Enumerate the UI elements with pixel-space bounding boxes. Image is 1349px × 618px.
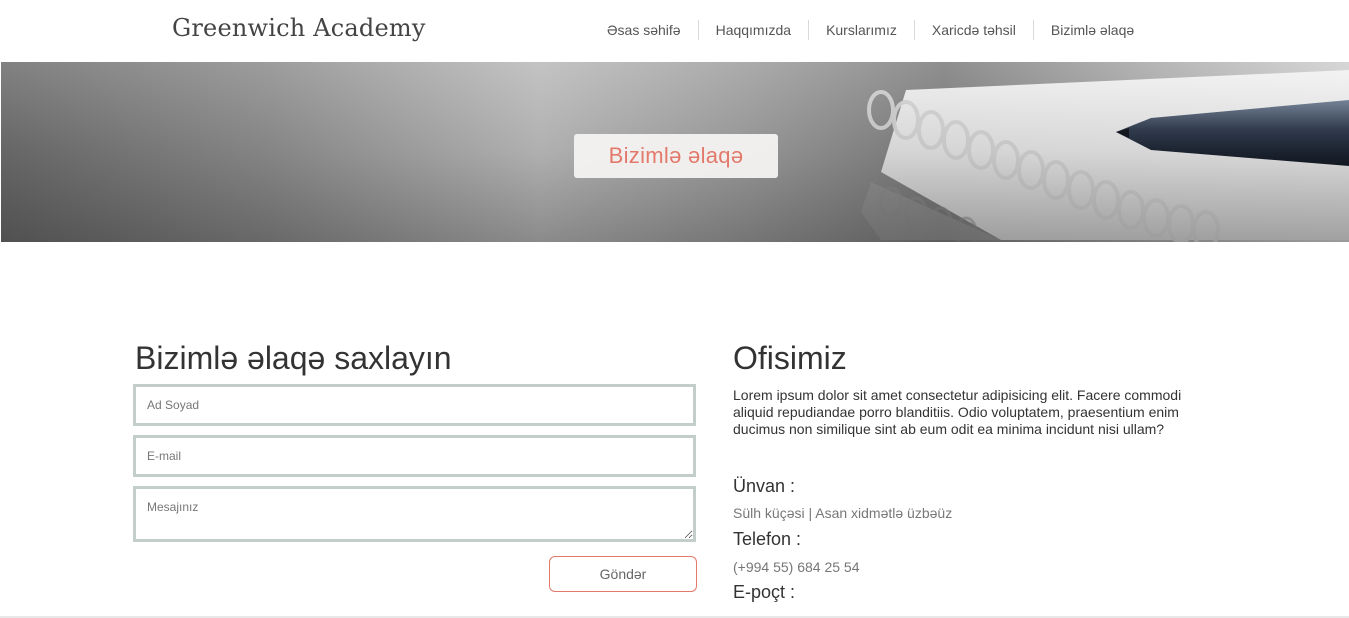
- email-input[interactable]: [133, 435, 696, 477]
- phone-label: Telefon :: [733, 529, 802, 549]
- nav-item-home[interactable]: Əsas səhifə: [590, 20, 699, 40]
- phone-value: (+994 55) 684 25 54: [733, 559, 860, 575]
- contact-form-title: Bizimlə əlaqə saxlayın: [135, 340, 452, 376]
- nav-item-study-abroad[interactable]: Xaricdə təhsil: [915, 20, 1034, 40]
- nav-item-about[interactable]: Haqqımızda: [699, 20, 810, 40]
- office-title: Ofisimiz: [733, 340, 847, 376]
- hero-title: Bizimlə əlaqə: [574, 134, 778, 178]
- submit-button[interactable]: Göndər: [549, 556, 697, 592]
- address-label: Ünvan :: [733, 476, 796, 496]
- main-nav: Əsas səhifə Haqqımızda Kurslarımız Xaric…: [590, 20, 1151, 40]
- address-value: Sülh küçəsi | Asan xidmətlə üzbəüz: [733, 505, 953, 521]
- nav-item-contact[interactable]: Bizimlə əlaqə: [1034, 20, 1151, 40]
- nav-item-courses[interactable]: Kurslarımız: [809, 20, 915, 40]
- office-description: Lorem ipsum dolor sit amet consectetur a…: [733, 387, 1182, 437]
- email-label: E-poçt :: [733, 582, 796, 602]
- message-textarea[interactable]: [133, 486, 696, 542]
- site-header: Greenwich Academy Əsas səhifə Haqqımızda…: [0, 0, 1349, 62]
- name-input[interactable]: [133, 384, 696, 426]
- hero-banner: Bizimlə əlaqə: [1, 62, 1349, 242]
- site-logo[interactable]: Greenwich Academy: [172, 14, 426, 42]
